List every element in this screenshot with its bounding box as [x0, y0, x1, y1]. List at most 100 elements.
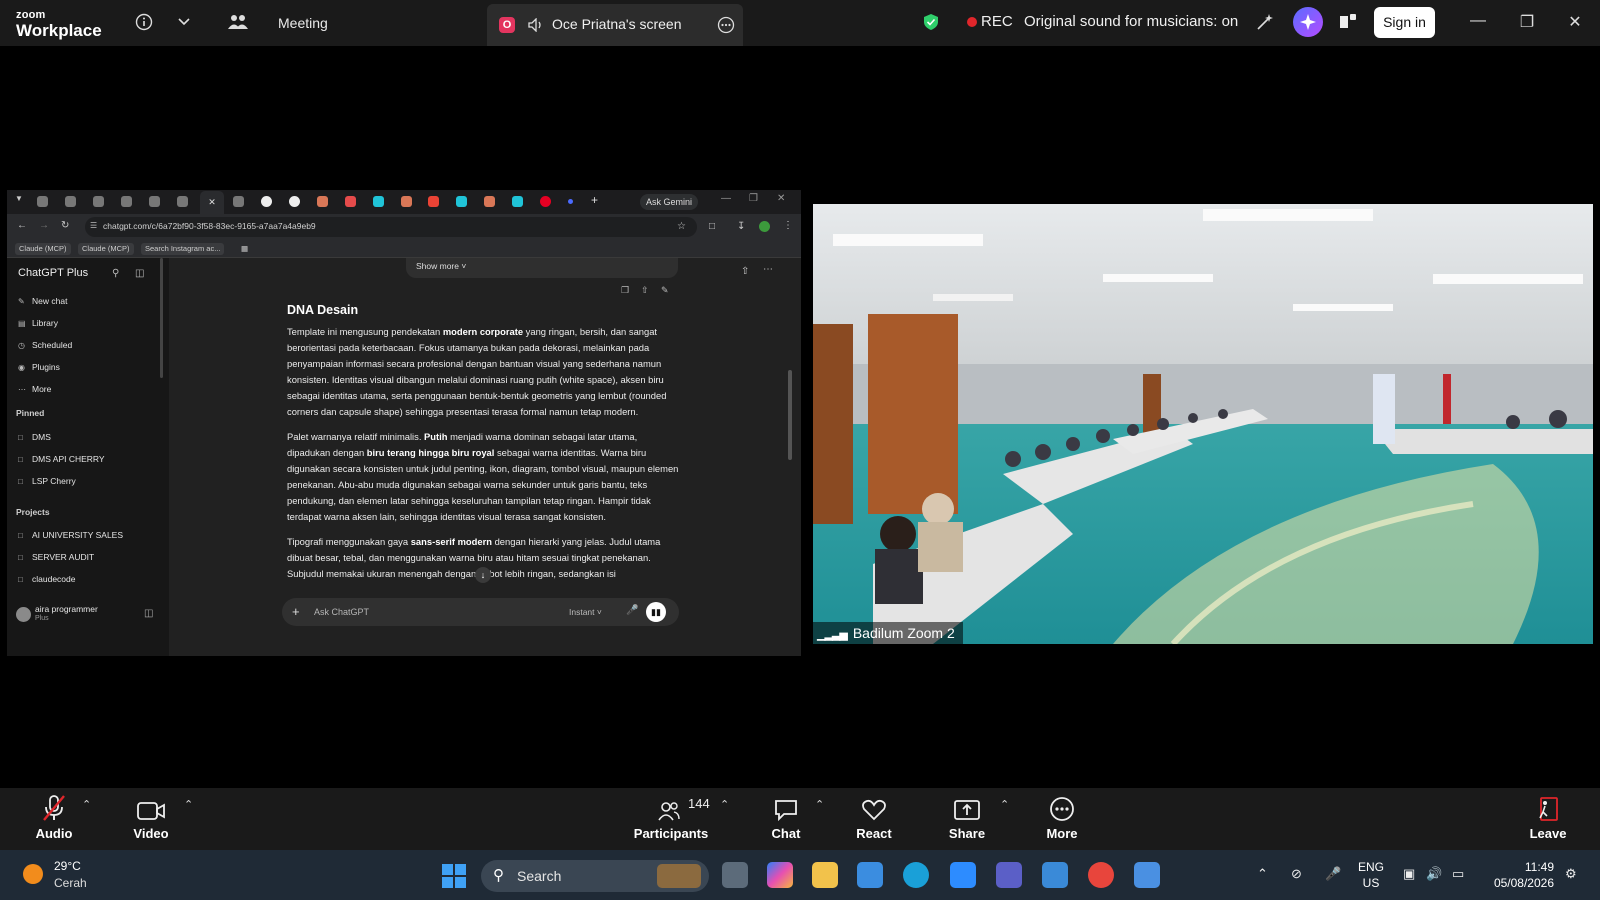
- tab-app-icon[interactable]: [373, 196, 384, 207]
- chat-options-caret-icon[interactable]: ⌃: [815, 798, 824, 811]
- composer-input[interactable]: Ask ChatGPT: [314, 607, 369, 617]
- audio-options-caret-icon[interactable]: ⌃: [82, 798, 91, 811]
- system-clock[interactable]: 11:49 05/08/2026: [1490, 859, 1554, 891]
- tab-chatgpt-icon[interactable]: [93, 196, 104, 207]
- sidebar-item-ai-university-sales[interactable]: □ AI UNIVERSITY SALES: [18, 528, 123, 542]
- share-options-caret-icon[interactable]: ⌃: [1000, 798, 1009, 811]
- close-window-icon[interactable]: ✕: [1565, 12, 1585, 32]
- leave-button[interactable]: Leave: [1508, 788, 1588, 850]
- scroll-down-button[interactable]: ↓: [475, 567, 491, 583]
- sidebar-item-dms-api-cherry[interactable]: □ DMS API CHERRY: [18, 452, 105, 466]
- minimize-icon[interactable]: —: [1468, 12, 1488, 30]
- sidebar-item-library[interactable]: ▤ Library: [18, 316, 58, 330]
- bookmark-item[interactable]: Search Instagram ac...: [141, 243, 225, 255]
- voice-mode-icon[interactable]: ▮▮: [646, 602, 666, 622]
- language-indicator[interactable]: ENG US: [1358, 859, 1384, 891]
- new-tab-icon[interactable]: +: [591, 193, 602, 207]
- conversation-menu-icon[interactable]: ⋯: [763, 264, 774, 275]
- video-button[interactable]: Video: [111, 788, 191, 850]
- security-shield-icon[interactable]: [920, 11, 942, 33]
- tab-claude-icon[interactable]: [484, 196, 495, 207]
- tab-chatgpt-icon[interactable]: [233, 196, 244, 207]
- sign-in-button[interactable]: Sign in: [1374, 7, 1435, 38]
- tab-github-icon[interactable]: [261, 196, 272, 207]
- volume-icon[interactable]: 🔊: [1426, 866, 1442, 882]
- tab-app-icon[interactable]: [456, 196, 467, 207]
- file-explorer-icon[interactable]: [812, 862, 838, 888]
- profile-avatar-icon[interactable]: [759, 221, 770, 232]
- tab-chatgpt-icon[interactable]: [65, 196, 76, 207]
- meeting-label[interactable]: Meeting: [278, 15, 328, 31]
- tab-claude-icon[interactable]: [401, 196, 412, 207]
- sun-weather-icon[interactable]: [23, 864, 43, 884]
- inbox-icon[interactable]: ◫: [144, 608, 155, 619]
- chat-button[interactable]: Chat: [746, 788, 826, 850]
- tab-claude-icon[interactable]: [317, 196, 328, 207]
- notepad-icon[interactable]: [1134, 862, 1160, 888]
- sidebar-toggle-icon[interactable]: ◫: [135, 268, 146, 279]
- address-bar[interactable]: ☰ chatgpt.com/c/6a72bf90-3f58-83ec-9165-…: [85, 217, 697, 237]
- tab-chatgpt-icon[interactable]: [37, 196, 48, 207]
- share-button[interactable]: Share: [927, 788, 1007, 850]
- browser-minimize-icon[interactable]: —: [721, 193, 732, 204]
- download-icon[interactable]: ↧: [737, 221, 748, 232]
- sidebar-scrollbar[interactable]: [160, 258, 163, 378]
- apps-panel-icon[interactable]: [1337, 11, 1359, 33]
- chrome-icon[interactable]: [1088, 862, 1114, 888]
- video-options-caret-icon[interactable]: ⌃: [184, 798, 193, 811]
- copilot-icon[interactable]: [767, 862, 793, 888]
- zoom-app-icon[interactable]: [950, 862, 976, 888]
- edge-icon[interactable]: [903, 862, 929, 888]
- sidebar-item-scheduled[interactable]: ◷ Scheduled: [18, 338, 72, 352]
- magic-wand-icon[interactable]: [1254, 11, 1276, 33]
- shared-screen-tab[interactable]: O Oce Priatna's screen: [487, 4, 743, 46]
- bookmark-item[interactable]: Claude (MCP): [15, 243, 71, 255]
- react-button[interactable]: React: [834, 788, 914, 850]
- copy-icon[interactable]: ❐: [621, 285, 632, 296]
- show-more-button[interactable]: Show more ˅: [406, 258, 678, 278]
- original-sound-status[interactable]: Original sound for musicians: on: [1024, 13, 1238, 30]
- site-info-icon[interactable]: ☰: [90, 221, 101, 232]
- attach-plus-icon[interactable]: +: [292, 604, 300, 619]
- tab-chatgpt-icon[interactable]: [177, 196, 188, 207]
- weather-description[interactable]: Cerah: [54, 876, 87, 890]
- teams-icon[interactable]: [996, 862, 1022, 888]
- battery-icon[interactable]: ▭: [1452, 866, 1464, 882]
- share-icon[interactable]: ⇧: [741, 266, 752, 277]
- network-off-icon[interactable]: ⊘: [1291, 866, 1302, 882]
- recording-label[interactable]: REC: [981, 13, 1013, 30]
- app-icon[interactable]: [1042, 862, 1068, 888]
- export-icon[interactable]: ⇧: [641, 285, 652, 296]
- sidebar-item-lsp-cherry[interactable]: □ LSP Cherry: [18, 474, 76, 488]
- restore-window-icon[interactable]: ❐: [1517, 12, 1537, 32]
- bookmark-star-icon[interactable]: ☆: [677, 221, 688, 232]
- tab-app-icon[interactable]: [512, 196, 523, 207]
- more-button[interactable]: More: [1022, 788, 1102, 850]
- taskbar-search[interactable]: ⚲ Search: [481, 860, 709, 892]
- browser-close-icon[interactable]: ✕: [777, 193, 788, 204]
- edit-icon[interactable]: ✎: [661, 285, 672, 296]
- chatgpt-title[interactable]: ChatGPT Plus: [18, 267, 88, 279]
- model-mode-select[interactable]: Instant ˅: [569, 607, 602, 617]
- sidebar-item-more[interactable]: ⋯ More: [18, 382, 51, 396]
- chat-composer[interactable]: + Ask ChatGPT Instant ˅ 🎤 ▮▮: [282, 598, 679, 626]
- search-icon[interactable]: ⚲: [112, 268, 123, 279]
- tab-github-icon[interactable]: [289, 196, 300, 207]
- microsoft-store-icon[interactable]: [857, 862, 883, 888]
- task-view-icon[interactable]: [722, 862, 748, 888]
- url-text[interactable]: chatgpt.com/c/6a72bf90-3f58-83ec-9165-a7…: [103, 221, 316, 231]
- active-tab-close-icon[interactable]: ✕: [200, 191, 224, 214]
- tab-chatgpt-icon[interactable]: [149, 196, 160, 207]
- reload-icon[interactable]: ↻: [61, 220, 72, 231]
- bookmark-item[interactable]: Claude (MCP): [78, 243, 134, 255]
- sidebar-item-dms[interactable]: □ DMS: [18, 430, 51, 444]
- sidebar-item-server-audit[interactable]: □ SERVER AUDIT: [18, 550, 94, 564]
- ask-gemini-button[interactable]: Ask Gemini: [640, 194, 699, 210]
- microphone-icon[interactable]: 🎤: [626, 605, 638, 616]
- tab-app-icon[interactable]: [568, 199, 573, 204]
- tab-search-icon[interactable]: ▼: [15, 194, 26, 205]
- participants-options-caret-icon[interactable]: ⌃: [720, 798, 729, 811]
- sidebar-item-claudecode[interactable]: □ claudecode: [18, 572, 75, 586]
- display-icon[interactable]: ▣: [1403, 866, 1415, 882]
- windows-start-icon[interactable]: [442, 864, 466, 888]
